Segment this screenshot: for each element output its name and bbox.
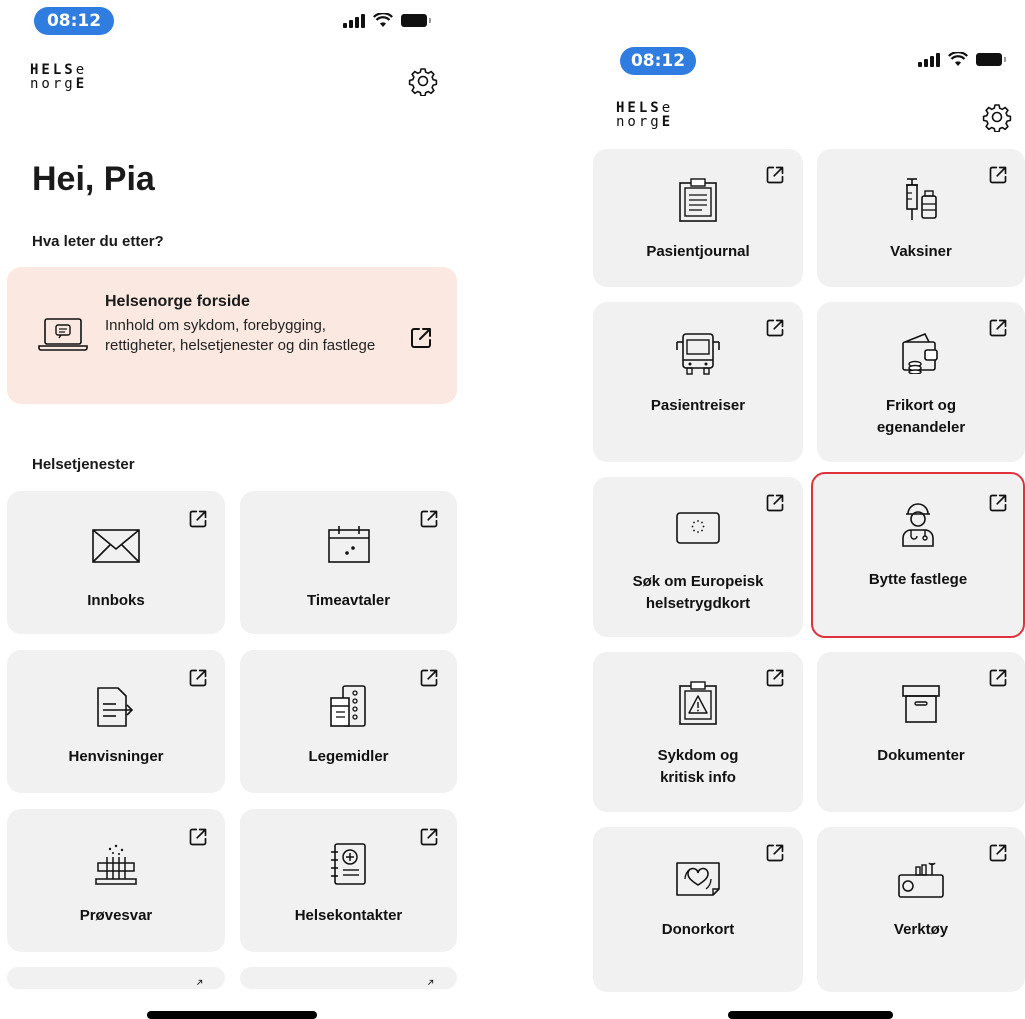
tile-label: Donorkort bbox=[661, 921, 735, 938]
contact-book-icon bbox=[330, 843, 366, 885]
tile-label: Legemidler bbox=[308, 748, 389, 765]
external-link-icon bbox=[420, 828, 438, 846]
external-link-icon bbox=[189, 828, 207, 846]
helsenorge-forside-card[interactable]: Helsenorge forside Innhold om sykdom, fo… bbox=[7, 267, 457, 404]
toolbox-icon bbox=[898, 862, 944, 898]
battery-icon bbox=[976, 53, 1006, 66]
external-link-icon bbox=[189, 669, 207, 687]
tile-label: Bytte fastlege bbox=[868, 571, 968, 588]
home-indicator[interactable] bbox=[728, 1011, 893, 1019]
warning-clipboard-icon bbox=[679, 681, 717, 725]
tile-pasientreiser[interactable]: Pasientreiser bbox=[593, 302, 803, 462]
tile-provesvar[interactable]: Prøvesvar bbox=[7, 809, 225, 952]
tile-vaksiner[interactable]: Vaksiner bbox=[817, 149, 1025, 287]
tile-label: Timeavtaler bbox=[306, 592, 391, 609]
external-link-icon bbox=[989, 166, 1007, 184]
home-indicator[interactable] bbox=[147, 1011, 317, 1019]
tile-label: Pasientjournal bbox=[646, 243, 750, 260]
pill-package-icon bbox=[329, 685, 366, 727]
wifi-icon bbox=[373, 13, 393, 27]
home-screen-scrolled: 08:12 HELSe norgE Pasientjournal Vaksine… bbox=[588, 0, 1025, 1019]
tile-label: Helsekontakter bbox=[294, 907, 403, 924]
tile-frikort-egenandeler[interactable]: Frikort og egenandeler bbox=[817, 302, 1025, 462]
tile-europeisk-helsetrygdkort[interactable]: Søk om Europeisk helsetrygdkort bbox=[593, 477, 803, 637]
cellular-signal-icon bbox=[343, 13, 365, 28]
wifi-icon bbox=[948, 52, 968, 66]
external-link-icon bbox=[197, 979, 203, 985]
status-icons bbox=[343, 13, 431, 28]
external-link-icon bbox=[989, 844, 1007, 862]
external-link-icon bbox=[989, 494, 1007, 512]
doctor-icon bbox=[902, 503, 934, 547]
tile-label: Søk om Europeisk helsetrygdkort bbox=[632, 573, 764, 612]
tile-pasientjournal[interactable]: Pasientjournal bbox=[593, 149, 803, 287]
tile-verktoy[interactable]: Verktøy bbox=[817, 827, 1025, 992]
tile-label: Dokumenter bbox=[877, 747, 965, 764]
eu-card-icon bbox=[676, 512, 720, 544]
clipboard-icon bbox=[679, 178, 717, 222]
greeting-heading: Hei, Pia bbox=[32, 160, 155, 198]
tile-legemidler[interactable]: Legemidler bbox=[240, 650, 457, 793]
tile-bytte-fastlege[interactable]: Bytte fastlege bbox=[811, 472, 1025, 638]
external-link-icon bbox=[766, 844, 784, 862]
external-link-icon bbox=[420, 510, 438, 528]
external-link-icon bbox=[766, 494, 784, 512]
tile-label: Vaksiner bbox=[890, 243, 952, 260]
home-screen-top: 08:12 HELSe norgE Hei, Pia Hva leter du … bbox=[0, 0, 470, 1019]
donor-card-icon bbox=[676, 862, 720, 896]
external-link-icon bbox=[189, 510, 207, 528]
tile-sykdom-kritisk-info[interactable]: Sykdom og kritisk info bbox=[593, 652, 803, 812]
status-time: 08:12 bbox=[34, 7, 114, 35]
document-arrow-icon bbox=[97, 687, 134, 727]
status-icons bbox=[918, 52, 1006, 67]
external-link-icon bbox=[766, 669, 784, 687]
cellular-signal-icon bbox=[918, 52, 940, 67]
tile-innboks[interactable]: Innboks bbox=[7, 491, 225, 634]
tile-donorkort[interactable]: Donorkort bbox=[593, 827, 803, 992]
external-link-icon bbox=[989, 319, 1007, 337]
tile-partial[interactable] bbox=[240, 967, 457, 989]
card-description: Innhold om sykdom, forebygging, rettighe… bbox=[105, 317, 376, 354]
card-title: Helsenorge forside bbox=[105, 293, 250, 310]
external-link-icon bbox=[989, 669, 1007, 687]
bus-icon bbox=[676, 333, 720, 375]
status-time: 08:12 bbox=[620, 47, 696, 75]
battery-icon bbox=[401, 14, 431, 27]
syringe-vial-icon bbox=[906, 178, 937, 220]
section-heading-helsetjenester: Helsetjenester bbox=[32, 456, 135, 473]
tile-label: Prøvesvar bbox=[79, 907, 153, 924]
search-prompt: Hva leter du etter? bbox=[32, 233, 164, 250]
test-tubes-icon bbox=[95, 844, 137, 885]
archive-box-icon bbox=[902, 685, 940, 723]
laptop-icon bbox=[38, 318, 88, 351]
calendar-icon bbox=[327, 526, 370, 563]
tile-label: Verktøy bbox=[893, 921, 949, 938]
helsenorge-logo: HELSe norgE bbox=[616, 100, 674, 130]
external-link-icon bbox=[420, 669, 438, 687]
tile-henvisninger[interactable]: Henvisninger bbox=[7, 650, 225, 793]
helsenorge-logo: HELSe norgE bbox=[30, 62, 88, 92]
tile-label: Innboks bbox=[87, 592, 145, 609]
external-link-icon bbox=[766, 166, 784, 184]
wallet-icon bbox=[902, 332, 938, 374]
tile-timeavtaler[interactable]: Timeavtaler bbox=[240, 491, 457, 634]
tile-label: Sykdom og kritisk info bbox=[657, 747, 739, 786]
tile-label: Frikort og egenandeler bbox=[876, 397, 966, 436]
settings-gear-icon[interactable] bbox=[408, 66, 438, 96]
settings-gear-icon[interactable] bbox=[982, 102, 1012, 132]
tile-label: Henvisninger bbox=[68, 748, 164, 765]
tile-dokumenter[interactable]: Dokumenter bbox=[817, 652, 1025, 812]
external-link-icon bbox=[411, 328, 431, 348]
external-link-icon bbox=[766, 319, 784, 337]
tile-label: Pasientreiser bbox=[650, 397, 746, 414]
tile-partial[interactable] bbox=[7, 967, 225, 989]
envelope-icon bbox=[92, 529, 140, 563]
tile-helsekontakter[interactable]: Helsekontakter bbox=[240, 809, 457, 952]
external-link-icon bbox=[428, 979, 434, 985]
